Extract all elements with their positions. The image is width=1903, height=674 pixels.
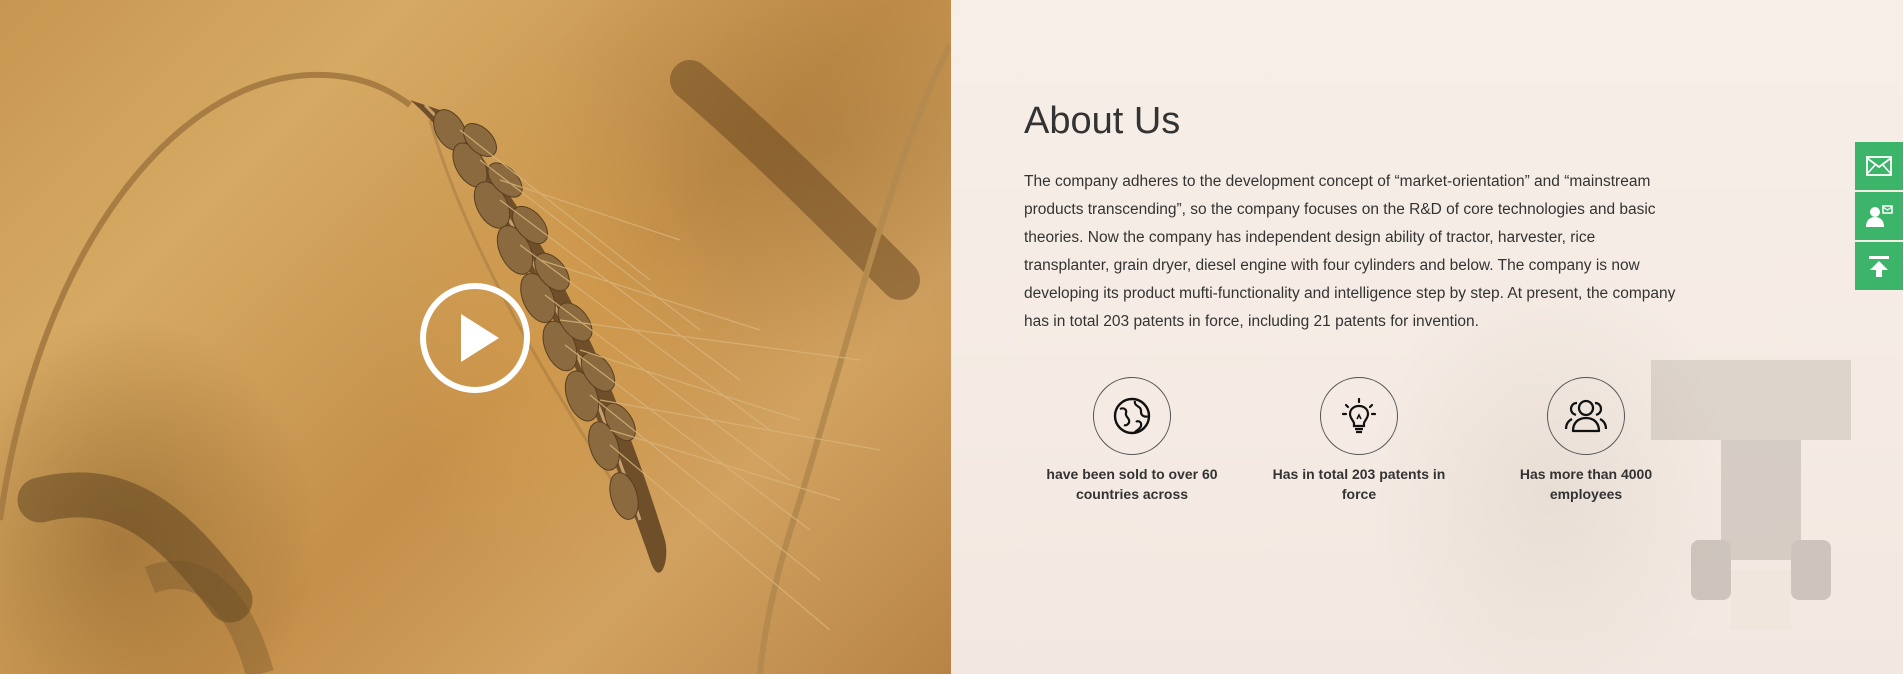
video-cover-image bbox=[0, 0, 951, 674]
page-title: About Us bbox=[1024, 100, 1181, 142]
feature-icon-wrapper bbox=[1320, 377, 1398, 455]
contact-button[interactable] bbox=[1855, 192, 1903, 240]
back-to-top-icon bbox=[1869, 256, 1889, 277]
lightbulb-icon bbox=[1341, 397, 1377, 434]
mail-icon bbox=[1866, 156, 1892, 176]
about-section: About Us The company adheres to the deve… bbox=[0, 0, 1903, 674]
feature-item-patents: Has in total 203 patents in force bbox=[1259, 377, 1459, 504]
feature-item-employees: Has more than 4000 employees bbox=[1486, 377, 1686, 504]
feature-icon-wrapper bbox=[1547, 377, 1625, 455]
feature-list: have been sold to over 60 countries acro… bbox=[1024, 377, 1704, 517]
feature-label: Has more than 4000 employees bbox=[1519, 466, 1653, 502]
people-icon bbox=[1564, 399, 1608, 433]
feature-icon-wrapper bbox=[1093, 377, 1171, 455]
about-description: The company adheres to the development c… bbox=[1024, 173, 1676, 330]
feature-item-countries: have been sold to over 60 countries acro… bbox=[1032, 377, 1232, 504]
mail-button[interactable] bbox=[1855, 142, 1903, 190]
feature-label: Has in total 203 patents in force bbox=[1272, 466, 1446, 502]
play-icon[interactable] bbox=[419, 282, 531, 394]
contact-icon bbox=[1866, 205, 1893, 227]
globe-icon bbox=[1113, 397, 1151, 435]
back-to-top-button[interactable] bbox=[1855, 242, 1903, 290]
side-toolbar bbox=[1855, 142, 1903, 292]
feature-label: have been sold to over 60 countries acro… bbox=[1046, 466, 1218, 502]
about-content: About Us The company adheres to the deve… bbox=[951, 0, 1903, 674]
